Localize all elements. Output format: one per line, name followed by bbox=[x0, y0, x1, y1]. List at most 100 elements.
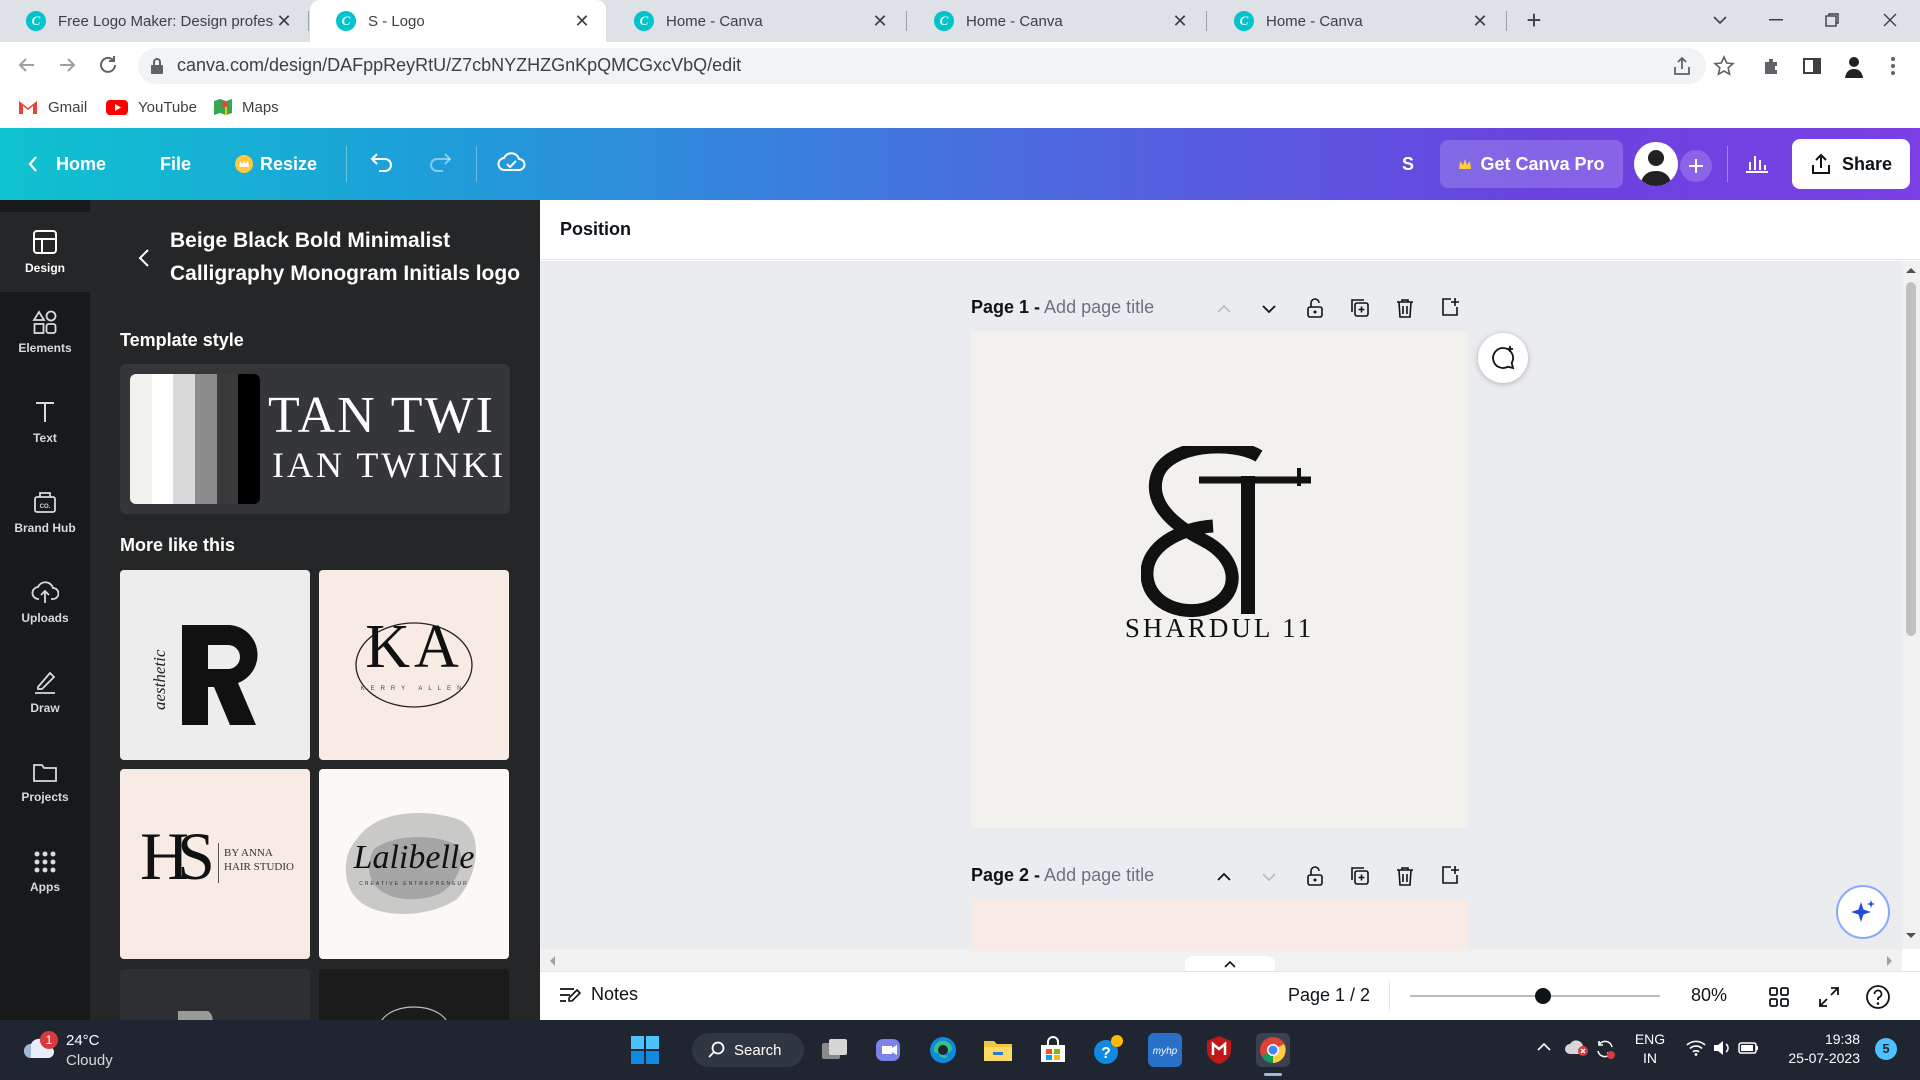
grid-view-icon[interactable] bbox=[1768, 986, 1790, 1008]
microsoft-store-icon[interactable] bbox=[1036, 1033, 1070, 1067]
taskbar-search-box[interactable]: Search bbox=[692, 1033, 804, 1067]
design-title-button[interactable]: S bbox=[1396, 128, 1420, 200]
trash-icon[interactable] bbox=[1394, 865, 1416, 887]
lock-icon[interactable] bbox=[1304, 865, 1326, 887]
browser-tab[interactable]: C Home - Canva ✕ bbox=[608, 0, 904, 42]
template-thumbnail[interactable] bbox=[319, 969, 509, 1020]
chevron-up-icon[interactable] bbox=[1213, 866, 1235, 888]
lock-icon[interactable] bbox=[150, 58, 164, 74]
back-chevron-icon[interactable] bbox=[138, 248, 150, 268]
rail-item-projects[interactable]: Projects bbox=[0, 742, 90, 822]
tab-search-icon[interactable] bbox=[1700, 6, 1740, 34]
add-page-icon[interactable] bbox=[1439, 296, 1461, 318]
tab-close-icon[interactable]: ✕ bbox=[274, 11, 294, 32]
duplicate-page-icon[interactable] bbox=[1349, 865, 1371, 887]
rail-item-brand-hub[interactable]: CO. Brand Hub bbox=[0, 472, 90, 552]
page-title-input[interactable]: Add page title bbox=[1044, 297, 1154, 317]
duplicate-page-icon[interactable] bbox=[1349, 297, 1371, 319]
trash-icon[interactable] bbox=[1394, 297, 1416, 319]
show-hidden-icons-chevron-icon[interactable] bbox=[1536, 1042, 1552, 1052]
onedrive-cloud-icon[interactable] bbox=[1564, 1038, 1588, 1056]
vertical-scrollbar-thumb[interactable] bbox=[1906, 282, 1916, 636]
notification-center-badge[interactable]: 5 bbox=[1875, 1038, 1897, 1060]
get-canva-pro-button[interactable]: Get Canva Pro bbox=[1440, 140, 1623, 188]
weather-description[interactable]: Cloudy bbox=[66, 1052, 113, 1069]
template-thumbnail[interactable]: HS BY ANNA HAIR STUDIO bbox=[120, 769, 310, 959]
weather-temperature[interactable]: 24°C bbox=[66, 1032, 100, 1049]
reload-icon[interactable] bbox=[97, 54, 119, 76]
clock[interactable]: 19:38 25-07-2023 bbox=[1780, 1031, 1860, 1066]
scroll-right-arrow-icon[interactable] bbox=[1886, 955, 1894, 967]
scroll-left-arrow-icon[interactable] bbox=[548, 955, 556, 967]
rail-item-apps[interactable]: Apps bbox=[0, 832, 90, 912]
chevron-down-icon[interactable] bbox=[1258, 298, 1280, 320]
myhp-app-icon[interactable]: myhp bbox=[1148, 1033, 1182, 1067]
bookmark-star-icon[interactable] bbox=[1713, 55, 1735, 77]
chevron-up-icon[interactable] bbox=[1213, 298, 1235, 320]
share-page-icon[interactable] bbox=[1672, 56, 1692, 76]
fullscreen-icon[interactable] bbox=[1818, 986, 1840, 1008]
browser-tab[interactable]: C Home - Canva ✕ bbox=[1208, 0, 1504, 42]
back-arrow-icon[interactable] bbox=[16, 54, 38, 76]
rail-item-uploads[interactable]: Uploads bbox=[0, 562, 90, 642]
help-icon[interactable] bbox=[1865, 984, 1891, 1010]
browser-menu-icon[interactable] bbox=[1890, 56, 1896, 76]
browser-tab[interactable]: C Free Logo Maker: Design profess ✕ bbox=[0, 0, 308, 42]
file-explorer-icon[interactable] bbox=[981, 1033, 1015, 1067]
template-style-card[interactable]: TAN TWI IAN TWINKI bbox=[120, 364, 510, 514]
restore-button[interactable] bbox=[1812, 6, 1852, 34]
task-view-icon[interactable] bbox=[818, 1033, 852, 1067]
home-button[interactable]: Home bbox=[28, 128, 106, 200]
undo-icon[interactable] bbox=[369, 150, 395, 174]
profile-avatar-icon[interactable] bbox=[1842, 54, 1866, 78]
share-button[interactable]: Share bbox=[1792, 139, 1910, 189]
mcafee-shield-icon[interactable] bbox=[1202, 1033, 1236, 1067]
bookmark-gmail[interactable]: Gmail bbox=[18, 97, 87, 117]
zoom-slider-handle[interactable] bbox=[1535, 988, 1551, 1004]
magic-assistant-button[interactable] bbox=[1836, 885, 1890, 939]
minimize-button[interactable] bbox=[1756, 6, 1796, 34]
browser-tab-active[interactable]: C S - Logo ✕ bbox=[310, 0, 606, 42]
insights-chart-icon[interactable] bbox=[1744, 150, 1770, 174]
invite-plus-icon[interactable] bbox=[1680, 150, 1712, 182]
tab-close-icon[interactable]: ✕ bbox=[572, 11, 592, 32]
template-thumbnail[interactable]: aesthetic bbox=[120, 570, 310, 760]
language-indicator[interactable]: ENG IN bbox=[1632, 1031, 1668, 1066]
tab-close-icon[interactable]: ✕ bbox=[1470, 11, 1490, 32]
scroll-down-arrow-icon[interactable] bbox=[1905, 932, 1917, 940]
rail-item-design[interactable]: Design bbox=[0, 212, 90, 292]
volume-icon[interactable] bbox=[1712, 1040, 1732, 1056]
notes-button[interactable]: Notes bbox=[558, 984, 638, 1005]
template-thumbnail[interactable]: KA KERRY ALLEN bbox=[319, 570, 509, 760]
rail-item-elements[interactable]: Elements bbox=[0, 292, 90, 372]
edge-browser-icon[interactable] bbox=[926, 1033, 960, 1067]
chrome-browser-icon[interactable] bbox=[1256, 1033, 1290, 1067]
tab-close-icon[interactable]: ✕ bbox=[1170, 11, 1190, 32]
resize-button[interactable]: Resize bbox=[235, 128, 317, 200]
lock-icon[interactable] bbox=[1304, 297, 1326, 319]
forward-arrow-icon[interactable] bbox=[56, 54, 78, 76]
extensions-icon[interactable] bbox=[1762, 56, 1782, 76]
design-page-1[interactable]: SHARDUL 11 ST bbox=[971, 331, 1468, 828]
bookmark-maps[interactable]: Maps bbox=[214, 97, 279, 117]
position-button[interactable]: Position bbox=[560, 219, 631, 240]
battery-icon[interactable] bbox=[1738, 1040, 1760, 1056]
bookmark-youtube[interactable]: YouTube bbox=[106, 97, 197, 117]
windows-start-icon[interactable] bbox=[628, 1033, 662, 1067]
chevron-down-icon[interactable] bbox=[1258, 866, 1280, 888]
tab-close-icon[interactable]: ✕ bbox=[870, 11, 890, 32]
browser-tab[interactable]: C Home - Canva ✕ bbox=[908, 0, 1204, 42]
get-help-icon[interactable]: ? bbox=[1091, 1033, 1125, 1067]
show-pages-toggle[interactable] bbox=[1185, 956, 1275, 972]
template-thumbnail[interactable]: Lalibelle CREATIVE ENTREPRENEUR bbox=[319, 769, 509, 959]
close-window-button[interactable] bbox=[1870, 6, 1910, 34]
wifi-icon[interactable] bbox=[1686, 1040, 1706, 1056]
file-menu-button[interactable]: File bbox=[160, 128, 191, 200]
rail-item-text[interactable]: Text bbox=[0, 382, 90, 462]
rail-item-draw[interactable]: Draw bbox=[0, 652, 90, 732]
add-comment-button[interactable] bbox=[1478, 333, 1528, 383]
user-avatar[interactable] bbox=[1634, 142, 1678, 186]
sync-icon[interactable] bbox=[1594, 1038, 1616, 1060]
add-page-icon[interactable] bbox=[1439, 864, 1461, 886]
zoom-percentage-button[interactable]: 80% bbox=[1691, 985, 1727, 1006]
